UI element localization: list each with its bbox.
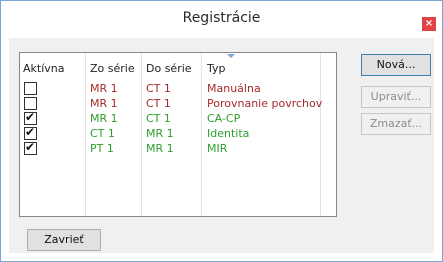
from-series-cell: MR 1: [90, 82, 118, 95]
list-header: Aktívna Zo série Do série Typ: [20, 53, 336, 75]
type-cell: Porovnanie povrchov: [207, 97, 323, 110]
type-cell: Identita: [207, 127, 250, 140]
new-button[interactable]: Nová...: [361, 54, 431, 76]
title-bar[interactable]: Registrácie ×: [1, 1, 442, 35]
delete-button[interactable]: Zmazať...: [361, 113, 431, 135]
active-checkbox[interactable]: [24, 97, 37, 110]
list-item[interactable]: ✔ PT 1 MR 1 MIR: [20, 140, 336, 156]
list-item[interactable]: MR 1 CT 1 Porovnanie povrchov: [20, 96, 336, 111]
active-checkbox[interactable]: [24, 82, 37, 95]
from-series-cell: CT 1: [90, 127, 115, 140]
to-series-cell: CT 1: [146, 82, 171, 95]
active-checkbox[interactable]: ✔: [24, 125, 37, 140]
active-checkbox[interactable]: ✔: [24, 140, 37, 155]
list-item[interactable]: MR 1 CT 1 Manuálna: [20, 81, 336, 96]
column-header-type[interactable]: Typ: [207, 62, 226, 75]
close-button[interactable]: Zavrieť: [27, 229, 101, 251]
to-series-cell: CT 1: [146, 112, 171, 125]
from-series-cell: PT 1: [90, 142, 114, 155]
active-checkbox[interactable]: ✔: [24, 110, 37, 125]
close-icon[interactable]: ×: [422, 17, 436, 31]
type-cell: MIR: [207, 142, 228, 155]
checkmark-icon: ✔: [25, 140, 36, 154]
from-series-cell: MR 1: [90, 112, 118, 125]
type-cell: Manuálna: [207, 82, 261, 95]
sort-arrow-icon: [227, 54, 235, 58]
to-series-cell: CT 1: [146, 97, 171, 110]
column-header-from-series[interactable]: Zo série: [90, 62, 135, 75]
checkmark-icon: ✔: [25, 110, 36, 124]
list-item[interactable]: ✔ MR 1 CT 1 CA-CP: [20, 110, 336, 126]
edit-button[interactable]: Upraviť...: [361, 86, 431, 108]
column-header-to-series[interactable]: Do série: [146, 62, 192, 75]
column-header-active[interactable]: Aktívna: [23, 62, 65, 75]
list-item[interactable]: ✔ CT 1 MR 1 Identita: [20, 125, 336, 141]
to-series-cell: MR 1: [146, 142, 174, 155]
registrations-list[interactable]: Aktívna Zo série Do série Typ MR 1 CT 1 Ma…: [19, 52, 337, 217]
window-title: Registrácie: [182, 10, 261, 26]
type-cell: CA-CP: [207, 112, 241, 125]
checkmark-icon: ✔: [25, 125, 36, 139]
from-series-cell: MR 1: [90, 97, 118, 110]
to-series-cell: MR 1: [146, 127, 174, 140]
